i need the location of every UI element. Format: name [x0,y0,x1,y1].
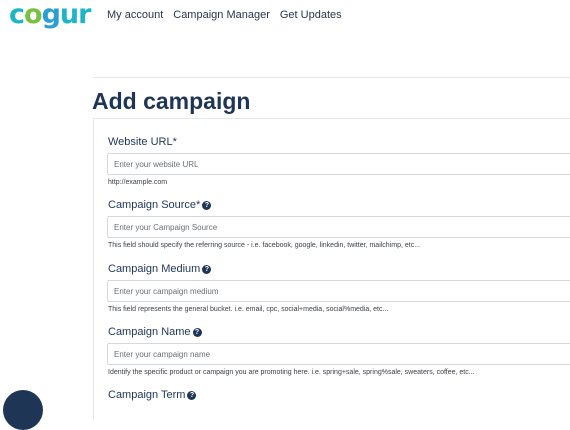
nav-my-account[interactable]: My account [107,9,163,21]
help-icon[interactable]: ? [192,327,202,337]
field-label-text: Campaign Name [108,326,191,338]
website-url-label: Website URL* [108,136,177,148]
campaign-name-label: Campaign Name ? [108,326,202,338]
field-label-text: Campaign Term [108,389,186,401]
website-url-input[interactable] [107,153,570,175]
cogur-logo[interactable]: cogur [9,0,92,32]
nav-get-updates[interactable]: Get Updates [280,9,342,21]
help-icon[interactable]: ? [187,390,197,400]
header-divider [93,77,570,78]
field-label-text: Campaign Source* [108,199,201,211]
top-bar: cogur My account Campaign Manager Get Up… [0,0,570,34]
help-icon[interactable]: ? [202,264,212,274]
campaign-name-hint: Identify the specific product or campaig… [108,369,475,376]
logo-letter: c [9,0,25,30]
campaign-medium-hint: This field represents the general bucket… [108,306,389,313]
field-label-text: Website URL* [108,136,177,148]
chat-widget-button[interactable] [3,390,43,430]
logo-letter: g [41,0,61,30]
field-label-text: Campaign Medium [108,263,201,275]
campaign-source-input[interactable] [107,216,570,238]
campaign-term-label: Campaign Term ? [108,389,197,401]
campaign-source-label: Campaign Source* ? [108,199,212,211]
nav-campaign-manager[interactable]: Campaign Manager [173,9,270,21]
campaign-name-input[interactable] [107,343,570,365]
page-title: Add campaign [92,88,251,114]
campaign-source-hint: This field should specify the referring … [108,242,421,249]
campaign-medium-input[interactable] [107,280,570,302]
logo-letter: o [24,0,43,30]
logo-letter: ur [59,0,92,30]
main-nav: My account Campaign Manager Get Updates [107,9,342,21]
help-icon[interactable]: ? [202,200,212,210]
campaign-medium-label: Campaign Medium ? [108,263,212,275]
website-url-hint: http://example.com [108,179,168,186]
